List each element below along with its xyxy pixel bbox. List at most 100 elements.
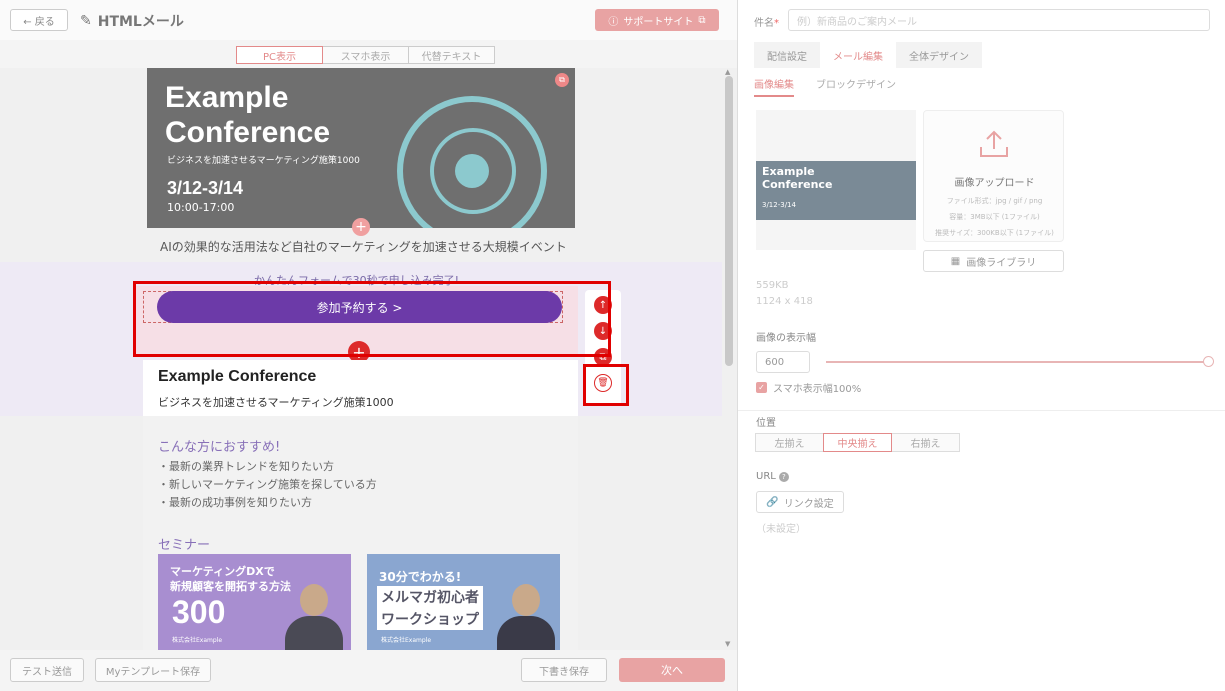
help-icon[interactable]: ? xyxy=(778,471,789,482)
subtab-image-edit[interactable]: 画像編集 xyxy=(754,76,794,97)
image-library-label: 画像ライブラリ xyxy=(966,257,1037,269)
bottom-bar: テスト送信 Myテンプレート保存 下書き保存 次へ xyxy=(0,650,737,691)
display-width-input[interactable]: 600 xyxy=(756,351,810,373)
seminar-card-2[interactable]: 30分でわかる! メルマガ初心者 ワークショップ 株式会社Example xyxy=(367,554,560,650)
tab-pc-view[interactable]: PC表示 xyxy=(236,46,323,64)
settings-tabs: 配信設定 メール編集 全体デザイン xyxy=(754,42,982,68)
copy-icon[interactable]: ⧉ xyxy=(555,73,569,87)
slider-handle[interactable] xyxy=(1203,356,1214,367)
divider xyxy=(738,410,1225,411)
next-button[interactable]: 次へ xyxy=(619,658,725,682)
banner-subtitle: ビジネスを加速させるマーケティング施策1000 xyxy=(167,156,360,166)
image-upload-area[interactable]: 画像アップロード ファイル形式：jpg / gif / png 容量：3MB以下… xyxy=(923,110,1064,242)
help-circle-icon: ⓘ xyxy=(608,16,619,28)
support-site-button[interactable]: ⓘ サポートサイト ⧉ xyxy=(595,9,719,31)
event-tagline: AIの効果的な活用法など自社のマーケティングを加速させる大規模イベント xyxy=(160,240,567,254)
file-size: 559KB xyxy=(756,280,789,291)
upload-info-format: ファイル形式：jpg / gif / png xyxy=(946,197,1043,205)
seminar-card-1[interactable]: マーケティングDXで 新規顧客を開拓する方法 300 株式会社Example xyxy=(158,554,351,650)
upload-info-size: 推奨サイズ：300KB以下 (1ファイル) xyxy=(935,229,1054,237)
tab-mobile-view[interactable]: スマホ表示 xyxy=(322,46,409,64)
file-dimensions: 1124 x 418 xyxy=(756,296,813,307)
support-site-label: サポートサイト xyxy=(623,16,694,28)
banner-image[interactable]: Example Conference ビジネスを加速させるマーケティング施策10… xyxy=(147,68,575,228)
tab-alt-text[interactable]: 代替テキスト xyxy=(408,46,495,64)
tab-overall-design[interactable]: 全体デザイン xyxy=(896,42,982,68)
seminar-card-2-line1: 30分でわかる! xyxy=(379,570,462,584)
subject-label: 件名* xyxy=(754,14,779,29)
grid-icon: ▦ xyxy=(950,255,961,267)
seminar-card-1-company: 株式会社Example xyxy=(172,637,223,644)
url-label: URL ? xyxy=(756,471,789,482)
upload-info-capacity: 容量：3MB以下 (1ファイル) xyxy=(949,213,1040,221)
email-editor: ← 戻る ✎ HTMLメール ⓘ サポートサイト ⧉ PC表示 スマホ表示 代替… xyxy=(0,0,1225,691)
banner-time: 10:00-17:00 xyxy=(167,201,235,214)
external-link-icon: ⧉ xyxy=(698,14,706,26)
subject-input[interactable]: 例）新商品のご案内メール xyxy=(788,9,1210,31)
settings-pane: 件名* 例）新商品のご案内メール 配信設定 メール編集 全体デザイン 画像編集 … xyxy=(737,0,1225,691)
scroll-down-icon[interactable]: ▼ xyxy=(725,640,730,648)
email-canvas: Example Conference ビジネスを加速させるマーケティング施策10… xyxy=(0,68,737,650)
checkbox-checked-icon[interactable]: ✓ xyxy=(756,382,767,393)
save-draft-button[interactable]: 下書き保存 xyxy=(521,658,607,682)
tab-delivery-settings[interactable]: 配信設定 xyxy=(754,42,820,68)
list-item: ・最新の業界トレンドを知りたい方 xyxy=(158,460,334,473)
seminar-card-2-line2: メルマガ初心者 xyxy=(377,586,483,608)
display-width-slider[interactable] xyxy=(826,361,1206,363)
subject-label-text: 件名 xyxy=(754,18,774,29)
link-settings-label: リンク設定 xyxy=(783,498,834,510)
align-right-button[interactable]: 右揃え xyxy=(891,433,960,452)
scroll-up-icon[interactable]: ▲ xyxy=(725,68,730,76)
speaker-photo xyxy=(495,576,557,650)
add-block-icon[interactable]: + xyxy=(352,218,370,236)
banner-title: Example Conference xyxy=(165,81,331,149)
seminar-card-1-number: 300 xyxy=(172,594,226,630)
pencil-icon: ✎ xyxy=(80,13,92,29)
view-tabs: PC表示 スマホ表示 代替テキスト xyxy=(236,46,495,64)
seminar-card-2-company: 株式会社Example xyxy=(381,637,432,644)
canvas-scrollbar[interactable]: ▲ ▼ xyxy=(723,68,735,648)
image-library-button[interactable]: ▦ 画像ライブラリ xyxy=(923,250,1064,272)
preview-date: 3/12-3/14 xyxy=(762,201,796,209)
list-item: ・最新の成功事例を知りたい方 xyxy=(158,496,312,509)
conference-subtitle: ビジネスを加速させるマーケティング施策1000 xyxy=(158,396,394,409)
page-title: ✎ HTMLメール xyxy=(80,11,184,31)
seminar-card-1-text: マーケティングDXで 新規顧客を開拓する方法 xyxy=(170,564,291,594)
required-mark: * xyxy=(774,18,779,29)
banner-date: 3/12-3/14 xyxy=(167,178,244,198)
list-item: ・新しいマーケティング施策を探している方 xyxy=(158,478,377,491)
seminar-card-1-line2: 新規顧客を開拓する方法 xyxy=(170,580,291,593)
display-width-label: 画像の表示幅 xyxy=(756,333,816,344)
top-bar: ← 戻る ✎ HTMLメール ⓘ サポートサイト ⧉ xyxy=(0,0,737,40)
seminar-card-2-line3: ワークショップ xyxy=(377,608,483,630)
align-left-button[interactable]: 左揃え xyxy=(755,433,824,452)
seminar-card-1-line1: マーケティングDXで xyxy=(170,565,275,578)
upload-info: ファイル形式：jpg / gif / png 容量：3MB以下 (1ファイル) … xyxy=(924,193,1065,241)
highlight-box-delete xyxy=(583,364,629,406)
link-icon: 🔗 xyxy=(766,496,779,508)
link-settings-button[interactable]: 🔗 リンク設定 xyxy=(756,491,844,513)
recommend-list: ・最新の業界トレンドを知りたい方 ・新しいマーケティング施策を探している方 ・最… xyxy=(158,458,377,512)
test-send-button[interactable]: テスト送信 xyxy=(10,658,84,682)
preview-title: Example Conference xyxy=(762,165,833,191)
upload-title: 画像アップロード xyxy=(954,178,1035,189)
subtab-block-design[interactable]: ブロックデザイン xyxy=(816,76,896,97)
mobile-full-width-label: スマホ表示幅100% xyxy=(773,384,862,395)
preview-thumbnail: Example Conference 3/12-3/14 xyxy=(756,161,916,220)
mobile-full-width-toggle[interactable]: ✓ スマホ表示幅100% xyxy=(756,380,861,395)
page-title-text: HTMLメール xyxy=(97,14,184,30)
highlight-box-block xyxy=(133,281,611,357)
link-status: （未設定） xyxy=(756,524,806,535)
align-center-button[interactable]: 中央揃え xyxy=(823,433,892,452)
settings-subtabs: 画像編集 ブロックデザイン xyxy=(754,76,896,97)
recommend-title: こんな方におすすめ! xyxy=(158,440,281,455)
save-template-button[interactable]: Myテンプレート保存 xyxy=(95,658,211,682)
decor-dot-icon xyxy=(455,154,489,188)
scroll-thumb[interactable] xyxy=(725,76,733,366)
back-button[interactable]: ← 戻る xyxy=(10,9,68,31)
conference-title: Example Conference xyxy=(158,368,317,385)
speaker-photo xyxy=(283,576,345,650)
tab-mail-edit[interactable]: メール編集 xyxy=(820,42,896,68)
position-label: 位置 xyxy=(756,418,776,429)
url-label-text: URL xyxy=(756,471,776,482)
